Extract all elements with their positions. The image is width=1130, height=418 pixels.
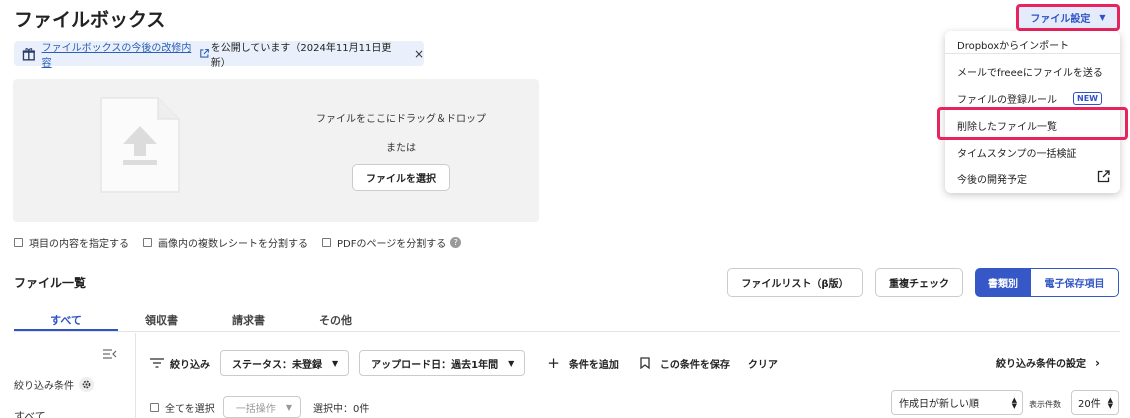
upload-document-icon: [100, 97, 180, 193]
option-split-receipts[interactable]: 画像内の複数レシートを分割する: [143, 235, 308, 250]
filter-settings-link[interactable]: 絞り込み条件の設定 ›: [996, 355, 1100, 371]
file-list-title: ファイル一覧: [14, 276, 87, 290]
menu-item-timestamp-verify[interactable]: タイムスタンプの一括検証: [957, 145, 1077, 160]
menu-item-email-to-freee[interactable]: メールでfreeeにファイルを送る: [957, 64, 1103, 79]
filter-settings-label: 絞り込み条件の設定: [996, 359, 1086, 370]
chevron-right-icon: ›: [1095, 355, 1100, 370]
caret-down-icon: ▼: [332, 358, 339, 368]
page-size-select[interactable]: 20件 ▲ ▼: [1071, 390, 1119, 415]
document-tabs: すべて 領収書 請求書 その他: [14, 311, 1120, 332]
drop-instruction: ファイルをここにドラッグ＆ドロップ: [316, 114, 486, 125]
save-condition-label: この条件を保存: [659, 359, 730, 371]
caret-down-icon: ▼: [508, 358, 515, 368]
collapse-sidebar-icon[interactable]: [103, 348, 117, 360]
gear-icon[interactable]: [79, 377, 94, 392]
filter-conditions-heading: 絞り込み条件: [14, 377, 94, 392]
option-label: 項目の内容を指定する: [29, 239, 129, 250]
caret-down-icon: ▼: [1099, 13, 1106, 22]
selected-count: 選択中：0件: [312, 403, 370, 415]
by-type-toggle[interactable]: 書類別: [975, 268, 1031, 297]
duplicate-check-button[interactable]: 重複チェック: [875, 268, 963, 297]
clear-button[interactable]: クリア: [748, 356, 778, 371]
menu-divider: [945, 53, 1120, 54]
upload-date-dropdown[interactable]: アップロード日：過去1年間 ▼: [359, 350, 526, 376]
file-settings-label: ファイル設定: [1030, 14, 1091, 25]
filter-conditions-label: 絞り込み条件: [14, 381, 74, 392]
checkbox[interactable]: [143, 238, 152, 247]
external-link-icon: [200, 48, 209, 58]
e-storage-toggle[interactable]: 電子保存項目: [1031, 268, 1119, 297]
file-list-beta-button[interactable]: ファイルリスト（β版）: [727, 268, 863, 297]
roadmap-link[interactable]: ファイルボックスの今後の改修内容: [42, 39, 197, 69]
help-icon[interactable]: ?: [450, 237, 462, 248]
page-title: ファイルボックス: [14, 9, 166, 31]
option-split-pdf[interactable]: PDFのページを分割する ?: [322, 235, 462, 250]
option-label: 画像内の複数レシートを分割する: [158, 239, 308, 250]
add-condition-label: 条件を追加: [568, 359, 619, 371]
plus-icon: +: [547, 354, 560, 372]
updown-icon: ▲ ▼: [1011, 395, 1017, 410]
list-controls: 全てを選択 一括操作 ▼ 選択中：0件: [150, 396, 369, 418]
checkbox[interactable]: [322, 238, 331, 247]
sidebar-item-all[interactable]: すべて: [14, 408, 46, 418]
sidebar-divider: [135, 333, 136, 418]
bulk-action-dropdown[interactable]: 一括操作 ▼: [222, 396, 301, 418]
tab-other[interactable]: その他: [292, 311, 379, 331]
filter-bar: 絞り込み ステータス：未登録 ▼ アップロード日：過去1年間 ▼ + 条件を追加…: [150, 350, 778, 376]
sort-value: 作成日が新しい順: [899, 399, 979, 410]
external-link-icon: [1097, 170, 1110, 183]
sort-select[interactable]: 作成日が新しい順 ▲ ▼: [891, 390, 1023, 415]
updown-icon: ▲ ▼: [1107, 395, 1113, 410]
select-all-label[interactable]: 全てを選択: [165, 400, 215, 415]
caret-down-icon: ▼: [285, 402, 292, 412]
status-value: ステータス：未登録: [232, 359, 322, 371]
bookmark-icon: [640, 357, 650, 369]
filter-icon: [150, 358, 164, 368]
bulk-action-label: 一括操作: [235, 403, 276, 415]
gift-icon: [22, 47, 35, 61]
page-size-value: 20件: [1078, 399, 1101, 410]
file-settings-button[interactable]: ファイル設定 ▼: [1016, 4, 1120, 31]
status-dropdown[interactable]: ステータス：未登録 ▼: [220, 350, 350, 376]
select-file-button[interactable]: ファイルを選択: [352, 164, 450, 191]
new-badge: NEW: [1073, 92, 1102, 105]
page-size-label: 表示件数: [1029, 400, 1061, 409]
select-all-checkbox[interactable]: [150, 402, 159, 412]
tab-receipts[interactable]: 領収書: [118, 311, 205, 331]
upload-date-value: アップロード日：過去1年間: [371, 359, 499, 371]
or-text: または: [386, 143, 416, 154]
banner-text: を公開しています（2024年11月11日更新）: [210, 42, 392, 69]
upload-options: 項目の内容を指定する 画像内の複数レシートを分割する PDFのページを分割する …: [14, 235, 475, 250]
deleted-files-highlight: [937, 107, 1128, 140]
option-label: PDFのページを分割する: [337, 239, 447, 250]
tab-invoices[interactable]: 請求書: [205, 311, 292, 331]
tab-all[interactable]: すべて: [14, 311, 118, 331]
menu-item-registration-rules[interactable]: ファイルの登録ルール: [957, 91, 1057, 106]
announcement-banner: ファイルボックスの今後の改修内容 を公開しています（2024年11月11日更新）…: [14, 39, 424, 69]
menu-item-dropbox-import[interactable]: Dropboxからインポート: [957, 37, 1069, 52]
view-toggle: 書類別 電子保存項目: [975, 268, 1119, 297]
save-condition-button[interactable]: この条件を保存: [640, 356, 730, 371]
option-specify-fields[interactable]: 項目の内容を指定する: [14, 235, 129, 250]
add-condition-button[interactable]: + 条件を追加: [547, 354, 619, 372]
filter-label: 絞り込み: [170, 359, 210, 371]
close-icon[interactable]: ×: [414, 47, 424, 61]
checkbox[interactable]: [14, 238, 23, 247]
menu-item-roadmap[interactable]: 今後の開発予定: [957, 171, 1027, 186]
filter-button[interactable]: 絞り込み: [150, 356, 210, 371]
